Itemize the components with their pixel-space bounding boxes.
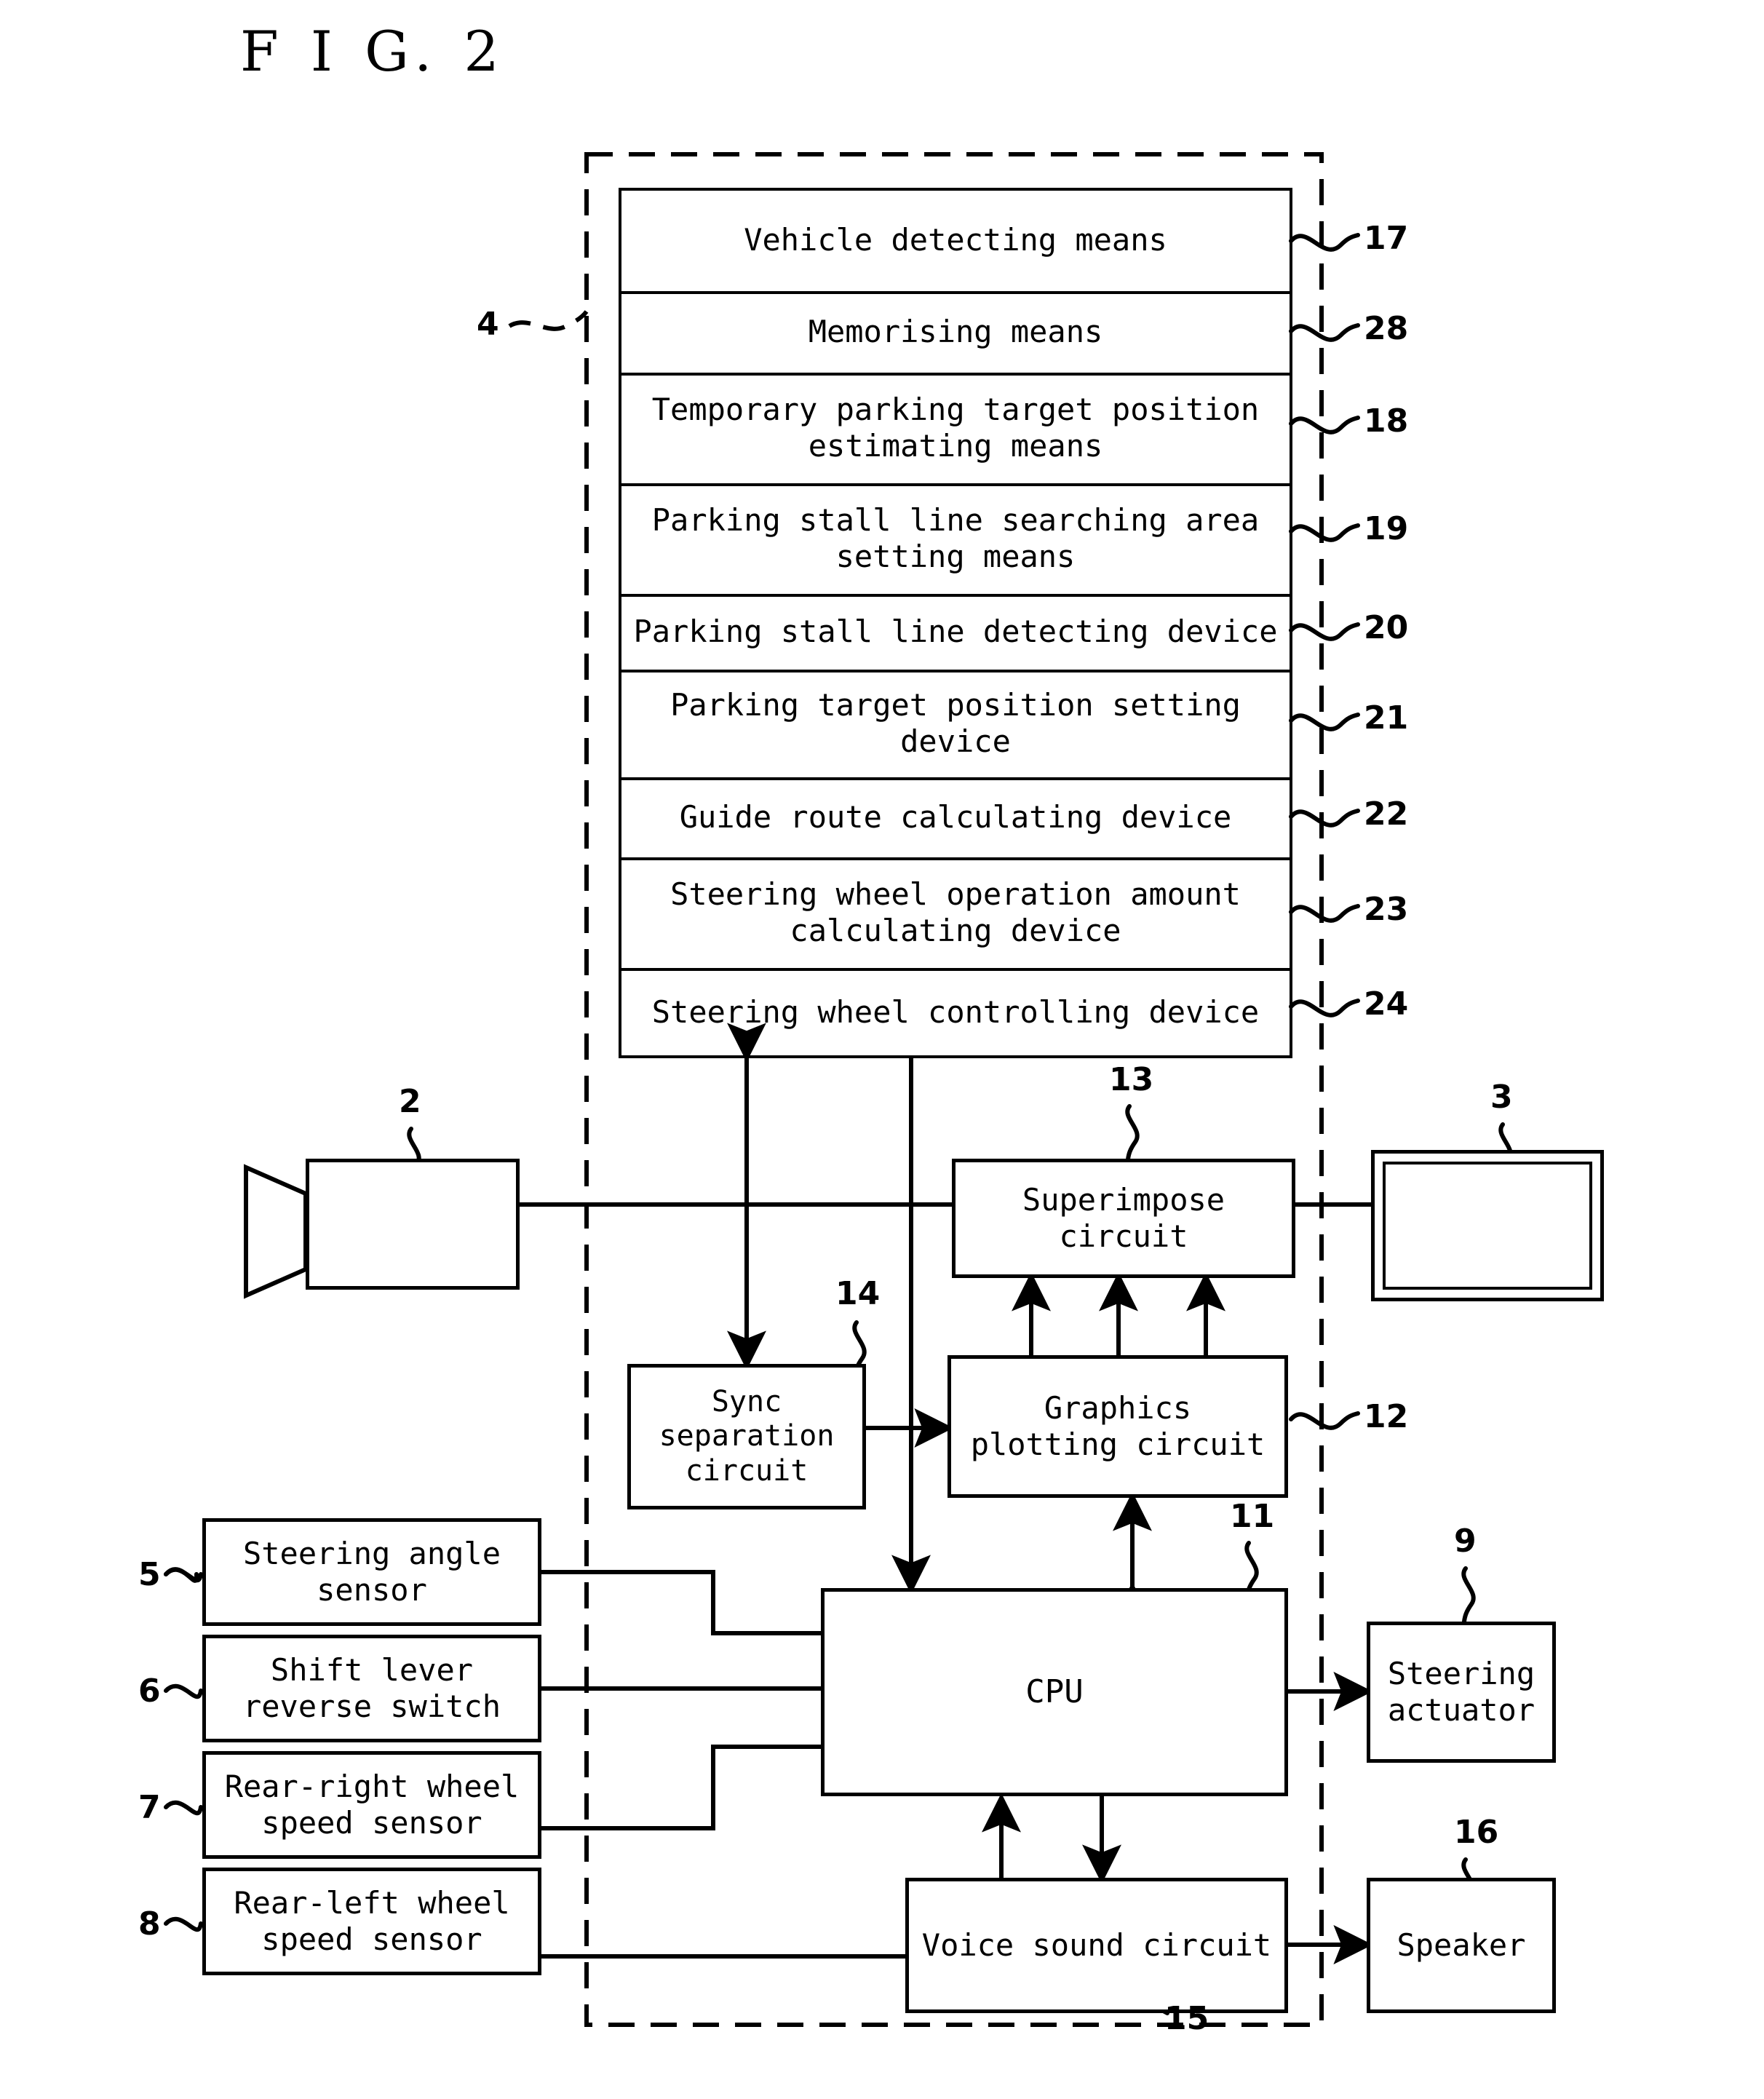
ref-18: 18 bbox=[1364, 402, 1409, 440]
superimpose-circuit-box[interactable]: Superimpose circuit bbox=[952, 1159, 1295, 1278]
ecu-block-steering-wheel-operation-amount-calculating-device[interactable]: Steering wheel operation amount calculat… bbox=[632, 859, 1279, 967]
graphics-plotting-circuit-box[interactable]: Graphics plotting circuit bbox=[947, 1355, 1288, 1498]
ref-5: 5 bbox=[138, 1556, 161, 1593]
sensor-shift-lever-reverse-switch-box[interactable]: Shift lever reverse switch bbox=[202, 1635, 541, 1742]
sync-separation-circuit-box[interactable]: Sync separation circuit bbox=[627, 1364, 866, 1509]
voice-sound-circuit-box[interactable]: Voice sound circuit bbox=[905, 1878, 1288, 2013]
ecu-block-guide-route-calculating-device[interactable]: Guide route calculating device bbox=[623, 779, 1288, 856]
ref-28: 28 bbox=[1364, 310, 1409, 347]
ecu-block-parking-stall-line-searching-area-setting-means[interactable]: Parking stall line searching area settin… bbox=[632, 485, 1279, 592]
camera-lens-icon bbox=[244, 1164, 308, 1299]
ref-22: 22 bbox=[1364, 795, 1409, 833]
ref-24: 24 bbox=[1364, 985, 1409, 1023]
leader-20 bbox=[1289, 622, 1360, 641]
leader-7 bbox=[164, 1800, 203, 1815]
ref-19: 19 bbox=[1364, 510, 1409, 547]
leader-19 bbox=[1289, 523, 1360, 542]
leader-4 bbox=[508, 310, 589, 331]
leader-17 bbox=[1289, 233, 1360, 252]
cpu-box[interactable]: CPU bbox=[821, 1588, 1288, 1796]
leader-18 bbox=[1289, 416, 1360, 435]
speaker-box[interactable]: Speaker bbox=[1367, 1878, 1556, 2013]
leader-22 bbox=[1289, 809, 1360, 828]
ref-11: 11 bbox=[1230, 1498, 1275, 1535]
ref-15: 15 bbox=[1164, 2000, 1209, 2037]
sensor-rear-left-wheel-speed-box[interactable]: Rear-left wheel speed sensor bbox=[202, 1868, 541, 1975]
ecu-block-memorising-means[interactable]: Memorising means bbox=[623, 293, 1288, 371]
leader-9 bbox=[1461, 1566, 1476, 1624]
ecu-block-temporary-parking-target-position-estimating-means[interactable]: Temporary parking target position estima… bbox=[632, 374, 1279, 482]
ref-20: 20 bbox=[1364, 609, 1409, 646]
sensor-rear-right-wheel-speed-box[interactable]: Rear-right wheel speed sensor bbox=[202, 1751, 541, 1859]
ecu-block-steering-wheel-controlling-device[interactable]: Steering wheel controlling device bbox=[623, 969, 1288, 1055]
ref-13: 13 bbox=[1109, 1061, 1154, 1098]
ref-2: 2 bbox=[399, 1083, 421, 1120]
monitor-screen bbox=[1383, 1162, 1592, 1290]
ref-16: 16 bbox=[1454, 1814, 1499, 1851]
ecu-block-parking-target-position-setting-device[interactable]: Parking target position setting device bbox=[635, 671, 1276, 776]
ref-9: 9 bbox=[1454, 1523, 1477, 1560]
leader-8 bbox=[164, 1916, 203, 1932]
leader-21 bbox=[1289, 713, 1360, 731]
ref-8: 8 bbox=[138, 1905, 161, 1943]
leader-23 bbox=[1289, 904, 1360, 923]
ref-23: 23 bbox=[1364, 891, 1409, 928]
ref-4: 4 bbox=[477, 306, 499, 343]
ref-12: 12 bbox=[1364, 1398, 1409, 1435]
leader-13 bbox=[1125, 1104, 1140, 1162]
leader-6 bbox=[164, 1683, 203, 1699]
sensor-steering-angle-box[interactable]: Steering angle sensor bbox=[202, 1518, 541, 1626]
ref-21: 21 bbox=[1364, 699, 1409, 737]
leader-24 bbox=[1289, 999, 1360, 1017]
ecu-block-parking-stall-line-detecting-device[interactable]: Parking stall line detecting device bbox=[623, 595, 1288, 668]
ref-17: 17 bbox=[1364, 220, 1409, 257]
leader-28 bbox=[1289, 323, 1360, 342]
ref-7: 7 bbox=[138, 1789, 161, 1826]
camera-body[interactable] bbox=[306, 1159, 520, 1290]
ref-6: 6 bbox=[138, 1673, 161, 1710]
ref-3: 3 bbox=[1490, 1079, 1513, 1116]
ref-14: 14 bbox=[835, 1275, 881, 1312]
leader-12 bbox=[1289, 1411, 1360, 1430]
steering-actuator-box[interactable]: Steering actuator bbox=[1367, 1622, 1556, 1763]
ecu-block-vehicle-detecting-means[interactable]: Vehicle detecting means bbox=[623, 191, 1288, 290]
